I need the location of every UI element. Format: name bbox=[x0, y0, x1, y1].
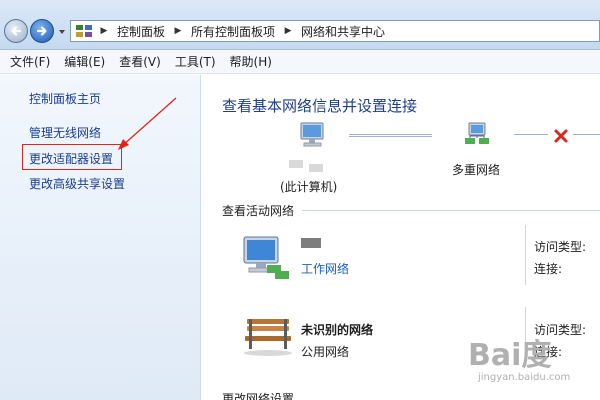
active-networks-header: 查看活动网络 bbox=[222, 204, 295, 218]
annotation-arrow-icon bbox=[118, 97, 177, 150]
access-type-label: 访问类型: bbox=[534, 240, 587, 254]
this-computer-label: (此计算机) bbox=[280, 180, 338, 194]
network-name-redacted bbox=[301, 238, 321, 248]
connection-line bbox=[573, 134, 600, 135]
breadcrumb-all-items[interactable]: 所有控制面板项 bbox=[185, 23, 281, 40]
network-name: 未识别的网络 bbox=[301, 323, 374, 337]
back-arrow-icon bbox=[11, 26, 22, 36]
redacted-name bbox=[289, 160, 303, 168]
disconnected-x-icon[interactable] bbox=[553, 128, 569, 144]
redacted-name bbox=[309, 164, 323, 172]
column-divider bbox=[525, 225, 526, 285]
multi-network-label: 多重网络 bbox=[452, 163, 501, 177]
manage-wireless-networks-link[interactable]: 管理无线网络 bbox=[29, 124, 101, 141]
forward-button[interactable] bbox=[30, 19, 54, 43]
menu-view[interactable]: 查看(V) bbox=[113, 53, 167, 70]
connection-line bbox=[349, 134, 432, 137]
work-network-icon bbox=[243, 236, 289, 279]
control-panel-icon bbox=[76, 25, 92, 37]
back-button[interactable] bbox=[4, 19, 28, 43]
menu-file[interactable]: 文件(F) bbox=[4, 53, 56, 70]
breadcrumb-network-center[interactable]: 网络和共享中心 bbox=[295, 23, 391, 40]
change-settings-header: 更改网络设置 bbox=[222, 392, 295, 400]
network-type-link[interactable]: 工作网络 bbox=[301, 260, 349, 277]
menu-edit[interactable]: 编辑(E) bbox=[58, 53, 111, 70]
park-bench-icon bbox=[244, 319, 292, 356]
network-type-text: 公用网络 bbox=[301, 345, 350, 359]
menu-help[interactable]: 帮助(H) bbox=[224, 53, 278, 70]
breadcrumb-control-panel[interactable]: 控制面板 bbox=[111, 23, 171, 40]
menu-bar: 文件(F) 编辑(E) 查看(V) 工具(T) 帮助(H) bbox=[0, 50, 600, 74]
forward-arrow-icon bbox=[36, 26, 47, 36]
watermark-logo: Bai度 bbox=[468, 338, 552, 373]
change-advanced-sharing-link[interactable]: 更改高级共享设置 bbox=[29, 175, 125, 192]
breadcrumb-separator-icon[interactable]: ▶ bbox=[171, 26, 185, 36]
breadcrumb[interactable]: ▶ 控制面板 ▶ 所有控制面板项 ▶ 网络和共享中心 bbox=[70, 20, 600, 42]
page-title: 查看基本网络信息并设置连接 bbox=[222, 97, 418, 115]
menu-tools[interactable]: 工具(T) bbox=[169, 53, 222, 70]
address-bar: ▶ 控制面板 ▶ 所有控制面板项 ▶ 网络和共享中心 bbox=[0, 0, 600, 50]
annotation-highlight-box bbox=[22, 144, 122, 170]
recent-pages-dropdown-icon[interactable] bbox=[57, 27, 67, 37]
connection-label: 连接: bbox=[534, 262, 563, 276]
computer-icon[interactable] bbox=[299, 122, 327, 148]
breadcrumb-separator-icon[interactable]: ▶ bbox=[97, 26, 111, 36]
watermark-url: jingyan.baidu.com bbox=[478, 372, 571, 383]
multi-network-icon[interactable] bbox=[463, 122, 491, 148]
section-divider bbox=[302, 210, 600, 211]
connection-line bbox=[514, 134, 548, 135]
breadcrumb-separator-icon[interactable]: ▶ bbox=[281, 26, 295, 36]
control-panel-home-link[interactable]: 控制面板主页 bbox=[29, 90, 101, 107]
